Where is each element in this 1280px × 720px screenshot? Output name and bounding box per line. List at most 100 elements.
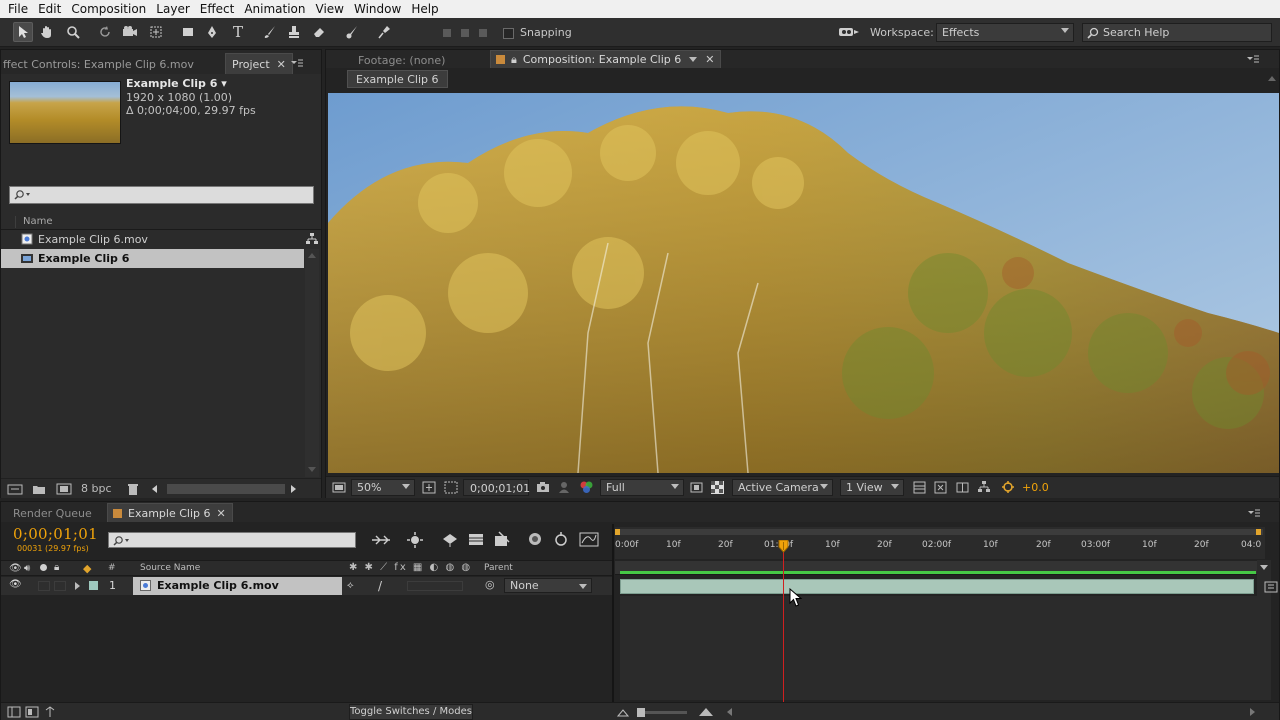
pan-behind-tool-icon[interactable] [146, 22, 166, 42]
scroll-right-icon[interactable] [1250, 708, 1255, 716]
workspace-dropdown[interactable]: Effects [936, 23, 1074, 42]
panel-menu-icon[interactable] [1246, 54, 1260, 64]
tab-effect-controls[interactable]: ffect Controls: Example Clip 6.mov [1, 55, 200, 73]
tab-render-queue[interactable]: Render Queue [7, 505, 98, 521]
roto-brush-tool-icon[interactable] [342, 22, 362, 42]
scroll-right-icon[interactable] [291, 485, 296, 493]
puppet-pin-tool-icon[interactable] [374, 22, 394, 42]
new-folder-icon[interactable] [32, 484, 46, 495]
tab-timeline-comp[interactable]: Example Clip 6 ✕ [107, 503, 233, 522]
show-channel-icon[interactable] [579, 480, 594, 494]
list-item-selected[interactable]: Example Clip 6 [1, 249, 304, 268]
menu-help[interactable]: Help [407, 2, 442, 16]
menu-effect[interactable]: Effect [196, 2, 239, 16]
layer-switches-group[interactable] [407, 581, 463, 591]
table-row[interactable]: 👁︎ 1 Example Clip 6.mov ⟡ / ◎ None [1, 577, 613, 595]
menu-file[interactable]: File [4, 2, 32, 16]
breadcrumb[interactable]: Example Clip 6 [347, 70, 448, 88]
close-icon[interactable]: ✕ [705, 53, 714, 66]
always-preview-icon[interactable] [332, 482, 346, 493]
tab-project[interactable]: Project ✕ [225, 53, 293, 74]
comp-button-icon[interactable] [1264, 580, 1278, 594]
search-help-field[interactable]: Search Help [1082, 23, 1272, 42]
bit-depth-button[interactable]: 8 bpc [81, 482, 112, 495]
label-color-swatch[interactable] [89, 581, 98, 590]
menu-view[interactable]: View [312, 2, 348, 16]
solo-toggle[interactable] [38, 581, 50, 591]
close-icon[interactable]: ✕ [217, 507, 226, 520]
lock-toggle[interactable] [54, 581, 66, 591]
menu-window[interactable]: Window [350, 2, 405, 16]
toggle-switches-modes-button[interactable]: Toggle Switches / Modes [349, 704, 473, 720]
navigator-start-handle[interactable] [615, 529, 620, 535]
camera-tool-icon[interactable] [120, 22, 140, 42]
horizontal-scrollbar[interactable] [167, 484, 285, 494]
lock-icon[interactable]: 🔒︎ [511, 53, 517, 67]
scroll-left-icon[interactable] [727, 708, 732, 716]
layer-name-cell[interactable]: Example Clip 6.mov [133, 577, 342, 595]
zoom-slider-thumb[interactable] [637, 708, 645, 717]
rectangle-tool-icon[interactable] [178, 22, 198, 42]
timeline-zoom-slider[interactable] [637, 708, 687, 717]
item-title[interactable]: Example Clip 6 ▾ [126, 77, 227, 90]
safe-margins-icon[interactable] [422, 481, 436, 494]
new-composition-icon[interactable] [56, 483, 72, 495]
zoom-out-icon[interactable] [617, 708, 629, 717]
menu-composition[interactable]: Composition [67, 2, 150, 16]
interpret-footage-icon[interactable] [7, 484, 23, 495]
project-scrollbar[interactable] [305, 249, 319, 477]
work-area-bar[interactable] [615, 561, 1265, 575]
zoom-dropdown[interactable]: 50% [351, 479, 415, 496]
zoom-tool-icon[interactable] [63, 22, 83, 42]
scroll-left-icon[interactable] [152, 485, 157, 493]
view-layout-dropdown[interactable]: 1 View [840, 479, 904, 496]
expand-twirl-icon[interactable] [75, 582, 80, 590]
brush-tool-icon[interactable] [260, 22, 280, 42]
navigator-end-handle[interactable] [1256, 529, 1261, 535]
work-area-range[interactable] [620, 571, 1256, 574]
parent-dropdown[interactable]: None [504, 578, 592, 593]
frame-blending-icon[interactable] [493, 531, 511, 548]
time-navigator[interactable] [615, 529, 1263, 535]
selection-tool-icon[interactable] [13, 22, 33, 42]
hide-shy-layers-icon[interactable] [467, 532, 485, 547]
rotate-tool-icon[interactable] [95, 22, 115, 42]
reset-exposure-icon[interactable] [1001, 480, 1015, 494]
layer-switches-pane-icon[interactable] [7, 706, 21, 718]
flowchart-icon[interactable] [977, 480, 991, 494]
tab-composition[interactable]: 🔒︎ Composition: Example Clip 6 ✕ [490, 50, 722, 68]
panel-divider[interactable] [612, 524, 614, 702]
trash-icon[interactable] [127, 483, 139, 496]
hand-tool-icon[interactable] [37, 22, 57, 42]
project-search-input[interactable] [9, 186, 314, 204]
list-item[interactable]: Example Clip 6.mov [1, 230, 304, 249]
shy-switch-icon[interactable]: ⟡ [347, 580, 354, 591]
eraser-tool-icon[interactable] [309, 22, 329, 42]
viewer-timecode[interactable]: 0;00;01;01 [463, 479, 530, 496]
source-name-header[interactable]: Source Name [140, 563, 200, 573]
clone-stamp-tool-icon[interactable] [284, 22, 304, 42]
layer-duration-bar[interactable] [620, 579, 1254, 594]
type-tool-icon[interactable]: T [228, 22, 248, 42]
current-time-display[interactable]: 0;00;01;01 [13, 525, 98, 543]
tab-footage[interactable]: Footage: (none) [352, 52, 451, 68]
close-icon[interactable]: ✕ [277, 58, 286, 71]
toggle-pixel-aspect-icon[interactable] [913, 481, 926, 494]
show-snapshot-icon[interactable] [558, 481, 570, 494]
snapshot-camera-icon[interactable] [536, 481, 550, 493]
snapping-checkbox[interactable] [503, 26, 514, 39]
transfer-controls-pane-icon[interactable] [25, 706, 39, 718]
transparency-grid-icon[interactable] [711, 481, 724, 494]
panel-menu-icon[interactable] [290, 58, 304, 68]
fast-render-icon[interactable] [934, 481, 947, 494]
composition-viewer[interactable] [328, 93, 1279, 473]
graph-editor-icon[interactable] [579, 531, 599, 548]
composition-mini-flowchart-icon[interactable] [370, 533, 392, 547]
brainstorm-icon[interactable] [552, 531, 570, 548]
zoom-in-icon[interactable] [698, 707, 714, 717]
motion-blur-icon[interactable] [525, 531, 545, 548]
quality-switch-icon[interactable]: / [378, 579, 382, 593]
name-column-header[interactable]: Name [23, 216, 53, 227]
menu-layer[interactable]: Layer [152, 2, 193, 16]
menu-animation[interactable]: Animation [240, 2, 309, 16]
